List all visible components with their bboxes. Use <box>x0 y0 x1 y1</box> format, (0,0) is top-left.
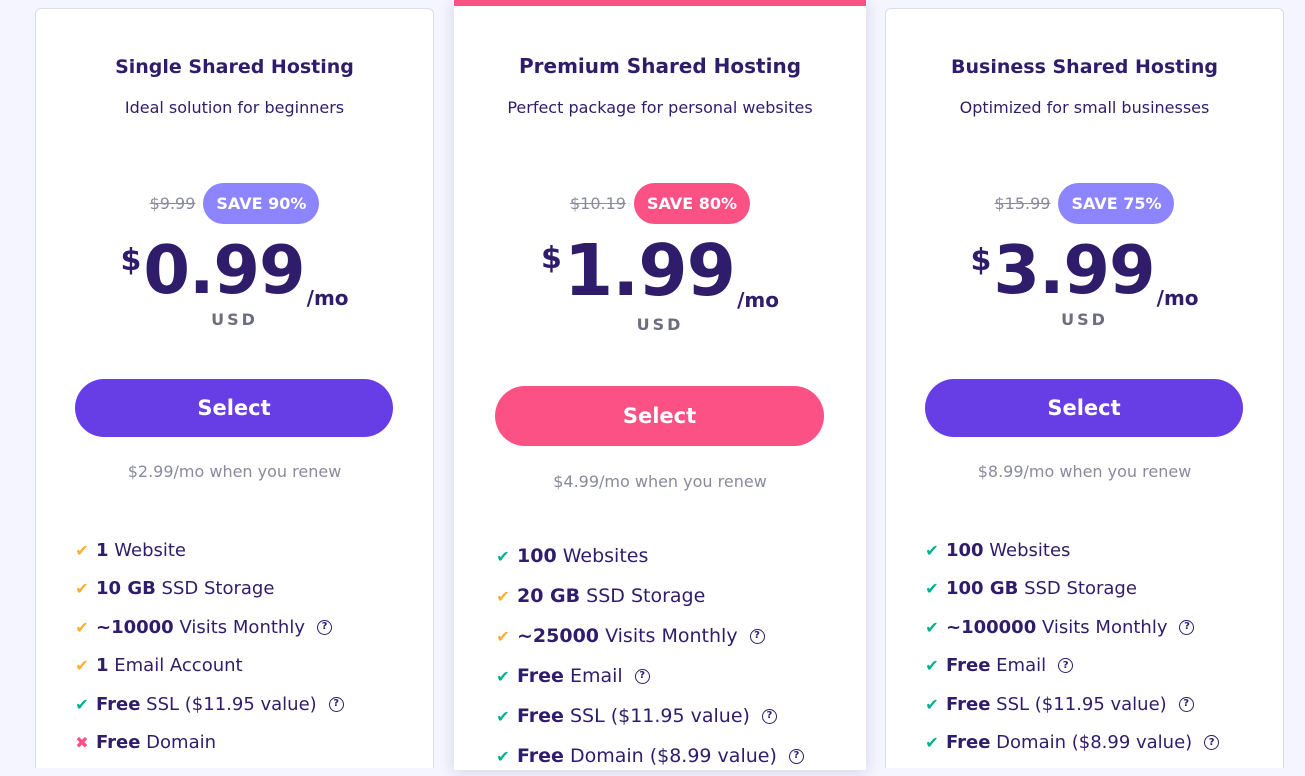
checkmark-icon: ✔ <box>925 540 939 560</box>
original-price: $9.99 <box>149 194 196 213</box>
plan-card-premium: Premium Shared Hosting Perfect package f… <box>454 0 866 770</box>
feature-list: ✔ 100 Websites ✔ 20 GB SSD Storage ✔ ~25… <box>495 536 804 776</box>
question-circle-icon[interactable]: ? <box>788 748 804 764</box>
checkmark-icon: ✔ <box>496 626 510 646</box>
save-badge: SAVE 80% <box>633 183 750 224</box>
save-badge: SAVE 90% <box>203 183 320 224</box>
checkmark-icon: ✔ <box>496 546 510 566</box>
currency-label: USD <box>636 315 684 334</box>
question-circle-icon[interactable]: ? <box>1178 696 1194 712</box>
checkmark-icon: ✔ <box>925 656 939 676</box>
renew-price-note: $4.99/mo when you renew <box>553 472 767 491</box>
feature-item: ✖ Free Domain <box>75 732 217 754</box>
checkmark-icon: ✔ <box>75 540 89 560</box>
renew-price-note: $2.99/mo when you renew <box>127 462 342 481</box>
checkmark-icon: ✔ <box>925 617 939 637</box>
checkmark-icon: ✔ <box>75 579 89 599</box>
cross-icon: ✖ <box>75 733 89 753</box>
plan-subtitle: Optimized for small businesses <box>959 98 1210 117</box>
plan-card-single: Single Shared Hosting Ideal solution for… <box>35 8 434 768</box>
select-button[interactable]: Select <box>495 386 824 446</box>
featured-accent-bar <box>454 0 866 6</box>
feature-item: ✔ Free Domain ($8.99 value) ? <box>495 736 804 776</box>
checkmark-icon: ✔ <box>496 706 510 726</box>
plan-title: Single Shared Hosting <box>115 56 354 78</box>
feature-item: ✔ 20 GB SSD Storage <box>496 585 706 607</box>
price-amount: 3.99 <box>993 231 1155 309</box>
plan-title: Business Shared Hosting <box>951 56 1218 78</box>
question-circle-icon[interactable]: ? <box>634 668 650 684</box>
feature-item: ✔ Free Email ? <box>495 656 804 696</box>
currency-label: USD <box>1061 310 1108 329</box>
price-amount: 1.99 <box>563 229 736 312</box>
question-circle-icon[interactable]: ? <box>749 628 765 644</box>
save-badge: SAVE 75% <box>1058 183 1175 224</box>
feature-item: ✔ ~25000 Visits Monthly ? <box>495 616 804 656</box>
feature-item: ✔ Free Domain ($8.99 value) ? <box>924 724 1220 763</box>
checkmark-icon: ✔ <box>75 617 89 637</box>
discount-row: $15.99 SAVE 75% <box>886 183 1283 224</box>
question-circle-icon[interactable]: ? <box>1204 735 1220 751</box>
currency-symbol: $ <box>120 243 142 278</box>
feature-list: ✔ 100 Websites ✔ 100 GB SSD Storage ✔ ~1… <box>924 531 1220 763</box>
checkmark-icon: ✔ <box>925 579 939 599</box>
feature-item: ✔ Free Email ? <box>924 647 1219 686</box>
checkmark-icon: ✔ <box>75 694 89 714</box>
currency-symbol: $ <box>970 243 992 278</box>
plan-subtitle: Ideal solution for beginners <box>124 98 345 117</box>
question-circle-icon[interactable]: ? <box>316 619 332 635</box>
currency-label: USD <box>211 310 258 329</box>
price: $ 0.99 /mo <box>36 231 433 311</box>
checkmark-icon: ✔ <box>496 586 510 606</box>
price-period: /mo <box>737 288 779 312</box>
feature-item: ✔ Free SSL ($11.95 value) ? <box>74 685 344 724</box>
original-price: $10.19 <box>570 194 626 213</box>
feature-item: ✔ ~10000 Visits Monthly ? <box>74 608 344 647</box>
original-price: $15.99 <box>994 194 1051 213</box>
feature-item: ✔ 100 Websites <box>496 545 649 567</box>
question-circle-icon[interactable]: ? <box>1058 658 1074 674</box>
question-circle-icon[interactable]: ? <box>1179 619 1195 635</box>
checkmark-icon: ✔ <box>925 733 939 753</box>
feature-item: ✔ 1 Email Account <box>75 655 243 677</box>
price: $ 1.99 /mo <box>454 229 866 312</box>
price-period: /mo <box>306 286 349 310</box>
price-amount: 0.99 <box>143 231 305 309</box>
price: $ 3.99 /mo <box>886 231 1283 311</box>
feature-item: ✔ Free SSL ($11.95 value) ? <box>924 685 1219 724</box>
plan-card-business: Business Shared Hosting Optimized for sm… <box>885 8 1284 768</box>
currency-symbol: $ <box>541 241 562 276</box>
plan-subtitle: Perfect package for personal websites <box>507 98 813 117</box>
plan-title: Premium Shared Hosting <box>518 54 802 78</box>
renew-price-note: $8.99/mo when you renew <box>977 462 1192 481</box>
checkmark-icon: ✔ <box>496 746 510 766</box>
feature-item: ✔ 1 Website <box>75 539 187 561</box>
select-button[interactable]: Select <box>75 379 393 437</box>
select-button[interactable]: Select <box>925 379 1243 437</box>
price-period: /mo <box>1156 286 1199 310</box>
feature-item: ✔ 100 Websites <box>925 539 1071 561</box>
question-circle-icon[interactable]: ? <box>328 696 344 712</box>
discount-row: $10.19 SAVE 80% <box>454 183 866 224</box>
checkmark-icon: ✔ <box>496 666 510 686</box>
feature-item: ✔ Free SSL ($11.95 value) ? <box>495 696 804 736</box>
discount-row: $9.99 SAVE 90% <box>36 183 433 224</box>
feature-item: ✔ 100 GB SSD Storage <box>925 578 1137 600</box>
feature-item: ✔ 10 GB SSD Storage <box>75 578 275 600</box>
feature-list: ✔ 1 Website ✔ 10 GB SSD Storage ✔ ~10000… <box>74 531 344 762</box>
checkmark-icon: ✔ <box>925 694 939 714</box>
checkmark-icon: ✔ <box>75 656 89 676</box>
question-circle-icon[interactable]: ? <box>761 708 777 724</box>
feature-item: ✔ ~100000 Visits Monthly ? <box>924 608 1219 647</box>
